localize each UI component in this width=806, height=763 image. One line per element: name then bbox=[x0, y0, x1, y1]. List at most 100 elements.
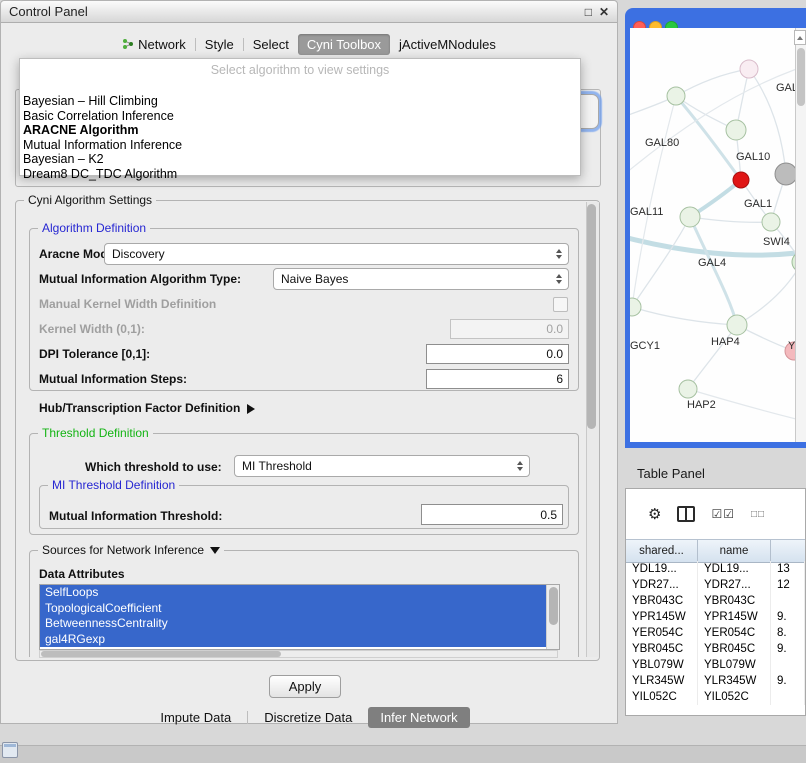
network-node[interactable] bbox=[762, 213, 780, 231]
table-toolbar: ⚙ ☑☑ □□ bbox=[626, 489, 805, 539]
minimized-window-icon[interactable] bbox=[2, 742, 18, 758]
gear-icon[interactable]: ⚙ bbox=[648, 505, 661, 523]
network-scrollbar-thumb[interactable] bbox=[797, 48, 805, 106]
table-body: YDL19...YDL19...13YDR27...YDR27...12YBR0… bbox=[626, 561, 805, 705]
node-label: HAP2 bbox=[687, 399, 716, 411]
table-row[interactable]: YDL19...YDL19...13 bbox=[626, 561, 805, 577]
network-node[interactable] bbox=[630, 298, 641, 316]
kernel-width-field[interactable]: 0.0 bbox=[450, 319, 569, 339]
algorithm-option[interactable]: Dream8 DC_TDC Algorithm bbox=[22, 167, 578, 182]
settings-group-title: Cyni Algorithm Settings bbox=[24, 193, 156, 207]
settings-scrollbar-thumb[interactable] bbox=[587, 204, 596, 429]
network-node[interactable] bbox=[740, 60, 758, 78]
table-cell bbox=[771, 689, 805, 705]
table-row[interactable]: YBR045CYBR045C9. bbox=[626, 641, 805, 657]
table-cell: 13 bbox=[771, 561, 805, 577]
network-node[interactable] bbox=[733, 172, 749, 188]
network-node[interactable] bbox=[679, 380, 697, 398]
which-threshold-combobox[interactable]: MI Threshold bbox=[234, 455, 530, 477]
data-attribute-item[interactable]: SelfLoops bbox=[40, 585, 559, 601]
table-panel-title: Table Panel bbox=[637, 466, 705, 481]
mi-threshold-label: Mutual Information Threshold: bbox=[49, 509, 222, 523]
bottom-tab-bar: Impute Data Discretize Data Infer Networ… bbox=[1, 707, 617, 728]
tab-jactivemnodules[interactable]: jActiveMNodules bbox=[390, 34, 505, 55]
data-attribute-item[interactable]: TopologicalCoefficient bbox=[40, 601, 559, 617]
tab-infer-network[interactable]: Infer Network bbox=[368, 707, 469, 728]
node-label: GAL11 bbox=[630, 206, 663, 218]
table-cell: YER054C bbox=[698, 625, 771, 641]
table-panel: ⚙ ☑☑ □□ shared... name YDL19...YDL19...1… bbox=[625, 488, 806, 716]
column-header-shared-name[interactable]: shared... bbox=[626, 540, 698, 562]
columns-icon[interactable] bbox=[677, 506, 695, 522]
algorithm-option[interactable]: Mutual Information Inference bbox=[22, 138, 578, 153]
table-row[interactable]: YBL079WYBL079W bbox=[626, 657, 805, 673]
network-canvas[interactable]: GALGAL80GAL10GAL11GAL1SWI4GAL4GCY1HAP4HA… bbox=[630, 28, 806, 442]
dpi-tolerance-field[interactable]: 0.0 bbox=[426, 344, 569, 364]
node-label: Y bbox=[788, 340, 795, 352]
data-attributes-list[interactable]: SelfLoopsTopologicalCoefficientBetweenne… bbox=[39, 584, 560, 650]
mi-threshold-field[interactable]: 0.5 bbox=[421, 504, 563, 525]
table-row[interactable]: YBR043CYBR043C bbox=[626, 593, 805, 609]
network-node[interactable] bbox=[667, 87, 685, 105]
table-cell: 12 bbox=[771, 577, 805, 593]
table-cell: YDL19... bbox=[698, 561, 771, 577]
table-row[interactable]: YPR145WYPR145W9. bbox=[626, 609, 805, 625]
table-row[interactable]: YIL052CYIL052C bbox=[626, 689, 805, 705]
table-row[interactable]: YLR345WYLR345W9. bbox=[626, 673, 805, 689]
hub-definition-toggle[interactable]: Hub/Transcription Factor Definition bbox=[39, 401, 255, 415]
algorithm-option[interactable]: Bayesian – Hill Climbing bbox=[22, 94, 578, 109]
algorithm-option[interactable]: Bayesian – K2 bbox=[22, 152, 578, 167]
tab-discretize-data[interactable]: Discretize Data bbox=[252, 707, 364, 728]
mi-steps-field[interactable]: 6 bbox=[426, 369, 569, 389]
table-cell: YDL19... bbox=[626, 561, 698, 577]
select-all-icon[interactable]: ☑☑ bbox=[711, 507, 735, 521]
algorithm-option-list: Bayesian – Hill ClimbingBasic Correlatio… bbox=[22, 94, 578, 181]
tab-impute-data[interactable]: Impute Data bbox=[148, 707, 243, 728]
column-header-extra[interactable] bbox=[771, 540, 805, 562]
bottom-status-strip bbox=[0, 745, 806, 763]
apply-button[interactable]: Apply bbox=[269, 675, 341, 698]
network-node[interactable] bbox=[727, 315, 747, 335]
network-edge bbox=[737, 262, 795, 325]
list-scrollbar-thumb[interactable] bbox=[549, 587, 558, 625]
table-row[interactable]: YDR27...YDR27...12 bbox=[626, 577, 805, 593]
column-header-name[interactable]: name bbox=[698, 540, 771, 562]
window-title: Control Panel bbox=[9, 4, 88, 19]
table-cell: YBL079W bbox=[698, 657, 771, 673]
table-cell: 8. bbox=[771, 625, 805, 641]
algorithm-option[interactable]: ARACNE Algorithm bbox=[22, 123, 578, 138]
algorithm-dropdown-popup: Select algorithm to view settings Bayesi… bbox=[19, 58, 581, 176]
table-cell: YIL052C bbox=[698, 689, 771, 705]
list-horizontal-scrollbar-thumb[interactable] bbox=[41, 651, 281, 657]
close-icon[interactable]: ✕ bbox=[599, 5, 609, 19]
tab-select[interactable]: Select bbox=[244, 34, 298, 55]
node-label: HAP4 bbox=[711, 336, 740, 348]
sources-group-title[interactable]: Sources for Network Inference bbox=[38, 543, 224, 557]
minimize-icon[interactable]: □ bbox=[585, 5, 592, 19]
data-attribute-item[interactable]: gal4RGexp bbox=[40, 632, 559, 648]
collapse-down-icon bbox=[210, 547, 220, 554]
node-label: GAL10 bbox=[736, 151, 770, 163]
algorithm-option[interactable]: Basic Correlation Inference bbox=[22, 109, 578, 124]
tab-style[interactable]: Style bbox=[196, 34, 243, 55]
network-node[interactable] bbox=[726, 120, 746, 140]
dpi-tolerance-label: DPI Tolerance [0,1]: bbox=[39, 347, 150, 361]
top-tab-bar: Network Style Select Cyni Toolbox jActiv… bbox=[1, 32, 617, 56]
mi-threshold-group-title: MI Threshold Definition bbox=[48, 478, 179, 492]
which-threshold-label: Which threshold to use: bbox=[85, 460, 222, 474]
scroll-up-button[interactable] bbox=[794, 30, 806, 45]
mi-type-combobox[interactable]: Naive Bayes bbox=[273, 268, 569, 290]
network-node[interactable] bbox=[680, 207, 700, 227]
tab-cyni-toolbox[interactable]: Cyni Toolbox bbox=[298, 34, 390, 55]
table-cell: YBR043C bbox=[698, 593, 771, 609]
manual-kernel-checkbox[interactable] bbox=[553, 297, 568, 312]
table-row[interactable]: YER054CYER054C8. bbox=[626, 625, 805, 641]
mi-type-label: Mutual Information Algorithm Type: bbox=[39, 272, 241, 286]
node-label: GAL4 bbox=[698, 257, 726, 269]
deselect-all-icon[interactable]: □□ bbox=[751, 509, 765, 520]
tab-network[interactable]: Network bbox=[113, 34, 195, 55]
data-attribute-item[interactable]: BetweennessCentrality bbox=[40, 616, 559, 632]
network-node[interactable] bbox=[775, 163, 795, 185]
aracne-mode-combobox[interactable]: Discovery bbox=[104, 243, 569, 265]
network-graph: GALGAL80GAL10GAL11GAL1SWI4GAL4GCY1HAP4HA… bbox=[630, 28, 795, 442]
